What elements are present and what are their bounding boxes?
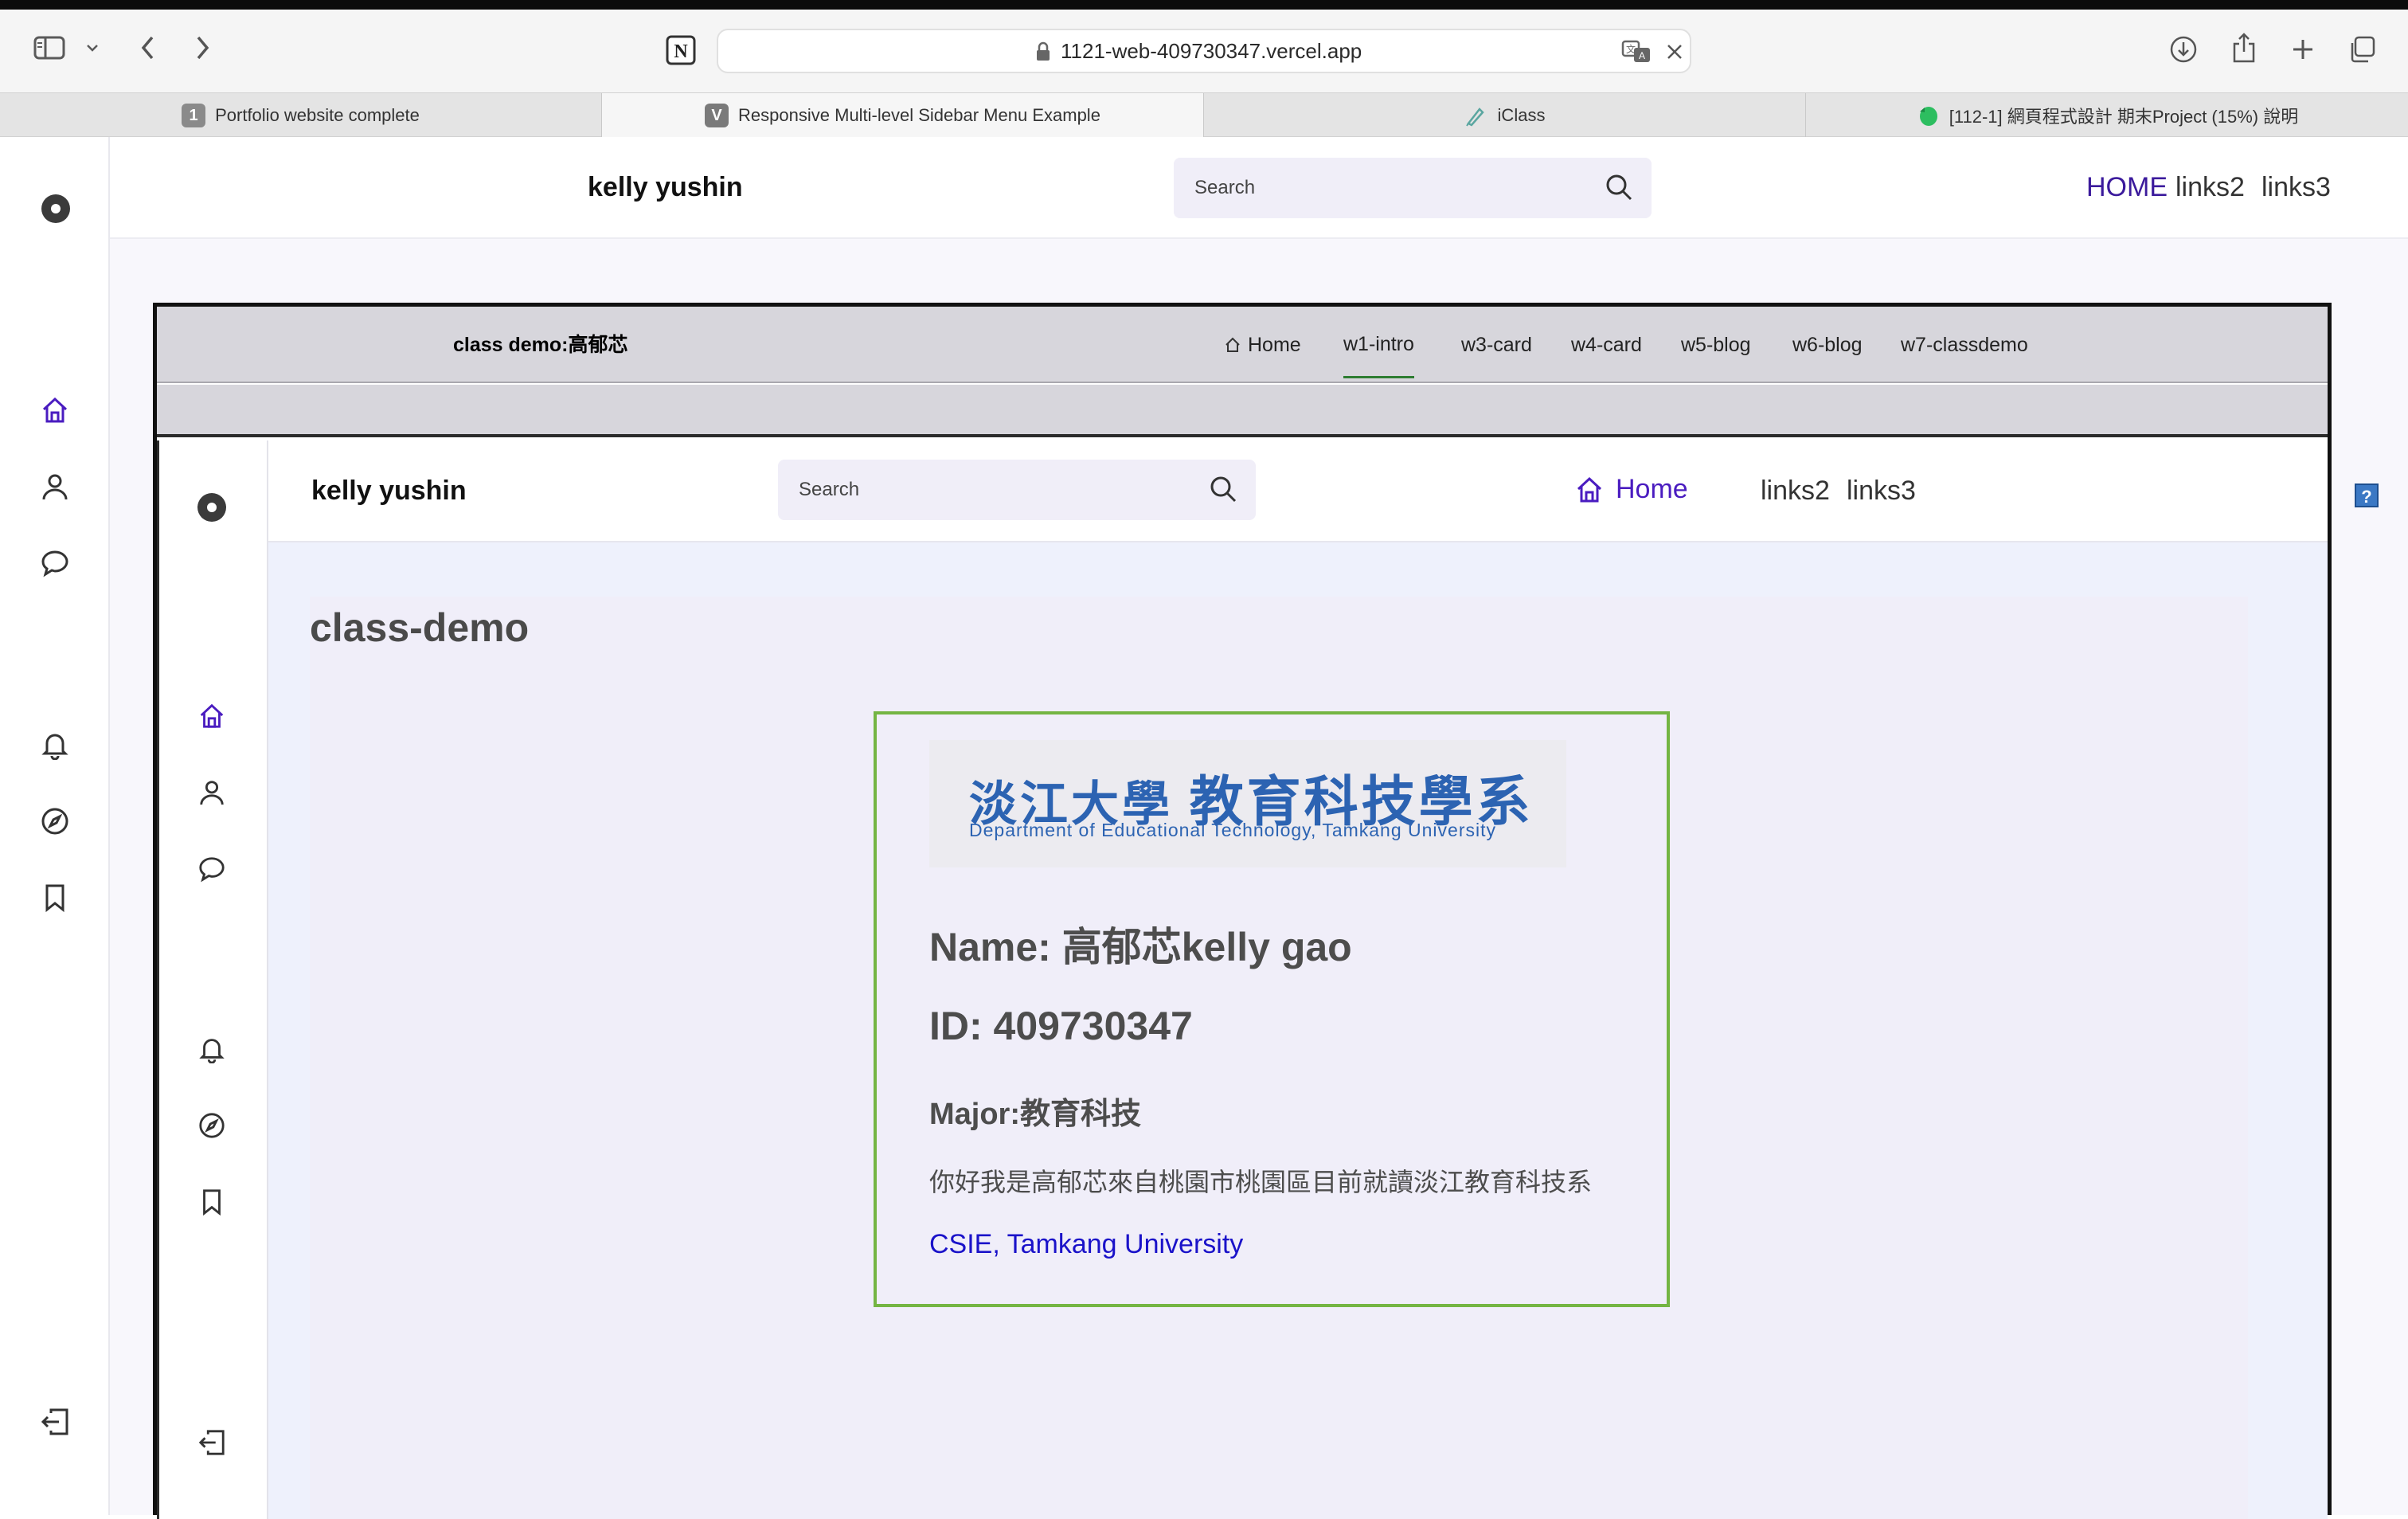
tab-favicon: 1 xyxy=(182,104,206,127)
download-icon[interactable] xyxy=(2168,33,2199,65)
tab-project[interactable]: [112-1] 網頁程式設計 期末Project (15%) 說明 xyxy=(1806,93,2408,138)
frame-nav-home-label: Home xyxy=(1248,334,1301,356)
logout-icon[interactable] xyxy=(38,1405,72,1439)
logo-icon[interactable] xyxy=(196,491,228,523)
new-tab-icon[interactable] xyxy=(2287,33,2319,65)
chevron-down-icon[interactable] xyxy=(83,37,102,59)
svg-text:N: N xyxy=(674,41,688,62)
address-bar[interactable]: 1121-web-409730347.vercel.app 文A xyxy=(717,29,1691,73)
nav-links3[interactable]: links3 xyxy=(2261,172,2331,203)
profile-id: ID: 409730347 xyxy=(929,1004,1193,1048)
search-icon[interactable] xyxy=(1208,474,1238,504)
tab-favicon: V xyxy=(705,104,729,127)
page-title: class-demo xyxy=(310,605,530,650)
tab-label: iClass xyxy=(1497,105,1546,125)
browser-toolbar: N 1121-web-409730347.vercel.app 文A xyxy=(0,10,2408,92)
nav-home[interactable]: Home xyxy=(1574,474,1688,505)
search-placeholder: Search xyxy=(799,479,860,500)
nav-home-label: Home xyxy=(1616,474,1688,504)
frame-nav-w5-blog[interactable]: w5-blog xyxy=(1681,307,1751,383)
home-icon xyxy=(1224,336,1241,354)
svg-text:文: 文 xyxy=(1626,43,1636,55)
profile-card: 淡江大學 教育科技學系 Department of Educational Te… xyxy=(874,711,1670,1307)
inner-sidebar xyxy=(157,440,268,1519)
notion-icon[interactable]: N xyxy=(664,33,698,67)
bell-icon[interactable] xyxy=(196,1033,228,1065)
search-icon[interactable] xyxy=(1604,172,1634,202)
brand-name[interactable]: kelly yushin xyxy=(311,476,467,507)
help-icon[interactable]: ? xyxy=(2355,483,2379,507)
tab-overview-icon[interactable] xyxy=(2346,33,2378,65)
sidebar-toggle-icon[interactable] xyxy=(32,32,67,64)
tab-bar: 1 Portfolio website complete V Responsiv… xyxy=(0,92,2408,138)
outer-sidebar xyxy=(0,137,110,1515)
inner-main: class-demo 淡江大學 教育科技學系 Department of Edu… xyxy=(268,542,2328,1519)
window-top-strip xyxy=(0,0,2408,10)
frame-nav-w6-blog[interactable]: w6-blog xyxy=(1792,307,1863,383)
profile-name: Name: 高郁芯kelly gao xyxy=(929,925,1352,969)
tab-label: Responsive Multi-level Sidebar Menu Exam… xyxy=(738,105,1100,125)
outer-header: kelly yushin Search HOME links2 links3 xyxy=(110,137,2408,239)
demo-frame: class demo:高郁芯 Home w1-intro w3-card w4-… xyxy=(153,303,2379,1519)
profile-major: Major:教育科技 xyxy=(929,1098,1142,1131)
search-input[interactable]: Search xyxy=(778,460,1256,520)
compass-icon[interactable] xyxy=(38,805,72,838)
logout-icon[interactable] xyxy=(196,1427,228,1458)
frame-nav-w4-card[interactable]: w4-card xyxy=(1571,307,1642,383)
department-logo: 淡江大學 教育科技學系 Department of Educational Te… xyxy=(929,740,1566,867)
tab-iclass[interactable]: iClass xyxy=(1204,93,1806,138)
user-icon[interactable] xyxy=(38,470,72,503)
search-placeholder: Search xyxy=(1194,177,1256,198)
pen-icon xyxy=(1464,104,1488,127)
tab-label: Portfolio website complete xyxy=(215,105,420,125)
frame-nav-home[interactable]: Home xyxy=(1224,307,1301,383)
tab-label: [112-1] 網頁程式設計 期末Project (15%) 說明 xyxy=(1949,107,2299,127)
chat-icon[interactable] xyxy=(196,853,228,885)
brand-name[interactable]: kelly yushin xyxy=(588,172,743,203)
close-icon[interactable] xyxy=(1663,40,1687,64)
tab-portfolio[interactable]: 1 Portfolio website complete xyxy=(0,93,602,138)
nav-home[interactable]: HOME xyxy=(2086,172,2168,203)
frame-title[interactable]: class demo:高郁芯 xyxy=(453,307,628,383)
bookmark-icon[interactable] xyxy=(196,1186,228,1218)
lock-icon xyxy=(1032,40,1054,64)
nav-links2[interactable]: links2 xyxy=(2175,172,2245,203)
url-text: 1121-web-409730347.vercel.app xyxy=(1061,39,1362,63)
frame-nav-w3-card[interactable]: w3-card xyxy=(1461,307,1532,383)
frame-navbar: class demo:高郁芯 Home w1-intro w3-card w4-… xyxy=(157,307,2328,383)
translate-icon[interactable]: 文A xyxy=(1620,38,1655,65)
forward-icon[interactable] xyxy=(186,32,218,64)
frame-nav-w1-intro[interactable]: w1-intro xyxy=(1343,311,1414,378)
inner-header: kelly yushin Search Home links2 links3 ? xyxy=(268,440,2379,542)
home-icon[interactable] xyxy=(196,700,228,732)
frame-band xyxy=(157,385,2328,437)
svg-text:A: A xyxy=(1639,50,1645,61)
search-input[interactable]: Search xyxy=(1174,158,1652,218)
profile-intro: 你好我是高郁芯來自桃園市桃園區目前就讀淡江教育科技系 xyxy=(929,1168,1593,1196)
chat-icon[interactable] xyxy=(38,546,72,580)
nav-links2[interactable]: links2 xyxy=(1761,476,1830,507)
evernote-icon xyxy=(1916,104,1940,127)
share-icon[interactable] xyxy=(2228,30,2260,65)
tab-sidebar-menu[interactable]: V Responsive Multi-level Sidebar Menu Ex… xyxy=(602,93,1204,138)
logo-icon[interactable] xyxy=(40,193,72,225)
nav-links3[interactable]: links3 xyxy=(1847,476,1916,507)
frame-nav-w7-classdemo[interactable]: w7-classdemo xyxy=(1901,307,2028,383)
home-icon[interactable] xyxy=(38,393,72,427)
logo-english: Department of Educational Technology, Ta… xyxy=(969,820,1496,840)
compass-icon[interactable] xyxy=(196,1110,228,1141)
user-icon[interactable] xyxy=(196,777,228,808)
back-icon[interactable] xyxy=(132,32,164,64)
home-icon xyxy=(1574,475,1605,505)
university-link[interactable]: CSIE, Tamkang University xyxy=(929,1229,1243,1260)
bell-icon[interactable] xyxy=(38,728,72,761)
bookmark-icon[interactable] xyxy=(38,881,72,914)
